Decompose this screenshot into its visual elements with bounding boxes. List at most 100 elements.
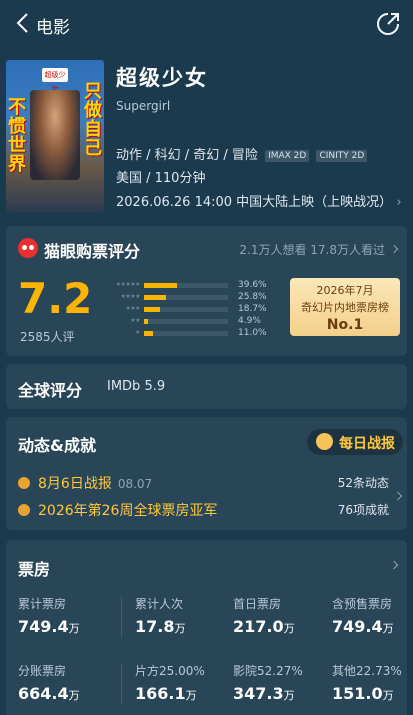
rating-bar-fill bbox=[144, 295, 166, 300]
achievement-item[interactable]: 2026年第26周全球票房亚军 bbox=[18, 500, 217, 520]
bo-label: 影院52.27% bbox=[233, 664, 303, 678]
bo-value: 749.4万 bbox=[332, 617, 413, 636]
genre-text: 动作 / 科幻 / 奇幻 / 冒险 bbox=[116, 148, 258, 163]
bo-cell: 影院52.27% 347.3万 bbox=[233, 662, 331, 703]
divider bbox=[121, 597, 122, 637]
movie-title: 超级少女 bbox=[116, 66, 208, 90]
rating-percent: 18.7% bbox=[238, 304, 267, 314]
bo-number: 749.4 bbox=[332, 617, 383, 636]
bo-number: 217.0 bbox=[233, 617, 284, 636]
rating-bar-fill bbox=[144, 283, 178, 288]
bo-value: 17.8万 bbox=[135, 617, 233, 636]
bo-unit: 万 bbox=[283, 689, 295, 702]
news-item-text: 8月6日战报 bbox=[38, 476, 112, 492]
rating-percent: 4.9% bbox=[238, 316, 261, 326]
bo-value: 166.1万 bbox=[135, 684, 233, 703]
nav-bar: 电影 bbox=[0, 0, 413, 50]
rating-score: 7.2 bbox=[18, 274, 93, 323]
star-icons: ★★★ bbox=[125, 305, 140, 312]
bo-unit: 万 bbox=[185, 689, 197, 702]
country-duration: 美国 / 110分钟 bbox=[116, 171, 206, 186]
bo-cell: 其他22.73% 151.0万 bbox=[332, 662, 413, 703]
rank-position: No.1 bbox=[326, 317, 364, 333]
global-rating-card[interactable]: 全球评分 IMDb 5.9 bbox=[6, 364, 407, 409]
bo-value: 151.0万 bbox=[332, 684, 413, 703]
bo-cell: 累计人次 17.8万 bbox=[135, 595, 233, 636]
news-title: 动态&成就 bbox=[18, 436, 96, 455]
bo-unit: 万 bbox=[174, 622, 186, 635]
bo-label: 分账票房 bbox=[18, 664, 67, 678]
star-icons: ★★★★★ bbox=[115, 281, 141, 288]
bo-label: 首日票房 bbox=[233, 597, 282, 611]
bo-cell: 累计票房 749.4万 bbox=[18, 595, 116, 636]
rating-bar-fill bbox=[144, 319, 149, 324]
news-count[interactable]: 52条动态 bbox=[338, 474, 389, 491]
divider bbox=[121, 664, 122, 704]
bo-value: 749.4万 bbox=[18, 617, 116, 636]
bo-number: 151.0 bbox=[332, 684, 383, 703]
rating-bar-row: ★★★★ 25.8% bbox=[98, 292, 273, 304]
rank-period: 2026年7月 bbox=[316, 284, 374, 297]
movie-genres: 动作 / 科幻 / 奇幻 / 冒险 IMAX 2D CINITY 2D bbox=[116, 144, 368, 163]
bo-unit: 万 bbox=[68, 622, 80, 635]
star-icons: ★★★★ bbox=[120, 293, 140, 300]
medal-icon bbox=[316, 433, 333, 450]
news-achievements-card: 动态&成就 每日战报 8月6日战报 08.07 2026年第26周全球票房亚军 5… bbox=[6, 417, 407, 530]
rating-bar-fill bbox=[144, 331, 154, 336]
bell-icon bbox=[18, 477, 30, 489]
chevron-right-icon bbox=[389, 560, 399, 570]
chevron-right-icon bbox=[393, 491, 403, 501]
bo-cell: 首日票房 217.0万 bbox=[233, 595, 331, 636]
nav-title: 电影 bbox=[36, 18, 70, 38]
bo-cell: 含预售票房 749.4万 bbox=[332, 595, 413, 636]
box-office-card[interactable]: 票房 累计票房 749.4万 累计人次 17.8万 首日票房 217.0万 含预… bbox=[6, 540, 407, 715]
bo-number: 17.8 bbox=[135, 617, 175, 636]
bo-number: 664.4 bbox=[18, 684, 69, 703]
movie-english-title: Supergirl bbox=[116, 99, 171, 113]
star-icons: ★ bbox=[135, 329, 140, 336]
ranking-badge[interactable]: 2026年7月 奇幻片内地票房榜 No.1 bbox=[290, 278, 400, 336]
share-icon[interactable] bbox=[375, 11, 401, 37]
release-text: 2026.06.26 14:00 中国大陆上映（上映战况） bbox=[116, 195, 393, 210]
news-item[interactable]: 8月6日战报 08.07 bbox=[18, 473, 152, 493]
bo-unit: 万 bbox=[382, 689, 394, 702]
maoyan-logo-icon bbox=[18, 238, 38, 258]
movie-poster[interactable]: 超级少女 不惯世界 只做自己 bbox=[6, 60, 104, 212]
back-arrow-icon[interactable] bbox=[12, 11, 36, 35]
bo-number: 749.4 bbox=[18, 617, 69, 636]
bo-value: 664.4万 bbox=[18, 684, 116, 703]
bo-number: 347.3 bbox=[233, 684, 284, 703]
rating-card[interactable]: 猫眼购票评分 2.1万人想看 17.8万人看过 7.2 2585人评 ★★★★★… bbox=[6, 226, 407, 356]
global-rating-title: 全球评分 bbox=[18, 381, 83, 400]
poster-figure bbox=[30, 90, 80, 180]
bo-unit: 万 bbox=[382, 622, 394, 635]
rating-percent: 25.8% bbox=[238, 292, 267, 302]
daily-report-label: 每日战报 bbox=[339, 436, 395, 452]
bo-label: 累计票房 bbox=[18, 597, 67, 611]
rating-distribution: ★★★★★ 39.6% ★★★★ 25.8% ★★★ 18.7% ★★ 4.9%… bbox=[98, 280, 273, 340]
bo-label: 累计人次 bbox=[135, 597, 184, 611]
rank-category: 奇幻片内地票房榜 bbox=[301, 301, 389, 314]
imdb-score: IMDb 5.9 bbox=[107, 379, 166, 394]
release-info[interactable]: 2026.06.26 14:00 中国大陆上映（上映战况） › bbox=[116, 191, 402, 210]
bo-label: 含预售票房 bbox=[332, 597, 393, 611]
bo-label: 片方25.00% bbox=[135, 664, 205, 678]
daily-report-button[interactable]: 每日战报 bbox=[307, 429, 403, 455]
chevron-right-icon bbox=[389, 244, 399, 254]
bo-cell: 分账票房 664.4万 bbox=[18, 662, 116, 703]
bo-unit: 万 bbox=[68, 689, 80, 702]
want-watched-stats: 2.1万人想看 17.8万人看过 bbox=[239, 243, 385, 257]
rating-bar-row: ★★★ 18.7% bbox=[98, 304, 273, 316]
rating-percent: 11.0% bbox=[238, 328, 267, 338]
movie-header: 超级少女 不惯世界 只做自己 超级少女 Supergirl 动作 / 科幻 / … bbox=[0, 58, 413, 216]
achievement-item-text: 2026年第26周全球票房亚军 bbox=[38, 503, 218, 519]
box-office-title: 票房 bbox=[18, 560, 51, 579]
achievement-count[interactable]: 76项成就 bbox=[338, 501, 389, 518]
rating-bar-fill bbox=[144, 307, 160, 312]
rating-percent: 39.6% bbox=[238, 280, 267, 290]
rating-bar-row: ★★ 4.9% bbox=[98, 316, 273, 328]
rating-count: 2585人评 bbox=[20, 330, 75, 344]
bo-value: 217.0万 bbox=[233, 617, 331, 636]
star-icons: ★★ bbox=[130, 317, 140, 324]
medal-icon bbox=[18, 504, 30, 516]
